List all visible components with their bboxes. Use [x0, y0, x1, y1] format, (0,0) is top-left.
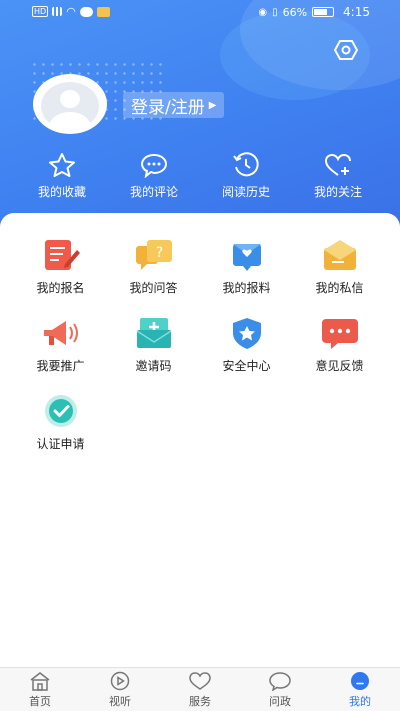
avatar[interactable] [33, 74, 107, 134]
clock-time: 4:15 [343, 5, 370, 19]
service-verification[interactable]: 认证申请 [14, 393, 107, 471]
tab-mine[interactable]: 我的 [320, 668, 400, 711]
mail-notification-icon [96, 6, 110, 17]
status-bar: HD ◠ ◉ ▯ 66% 4:15 [0, 0, 400, 24]
home-icon [30, 671, 50, 691]
login-register-label: 登录/注册 [131, 97, 205, 118]
comment-icon [140, 153, 168, 178]
tab-label: 服务 [189, 694, 211, 708]
feedback-icon [321, 319, 358, 349]
battery-icon [312, 7, 335, 17]
history-icon [233, 152, 259, 177]
play-icon [110, 671, 130, 690]
settings-icon [334, 40, 358, 60]
battery-percent: 66% [282, 5, 308, 19]
tab-inquiry[interactable]: 问政 [240, 668, 320, 711]
quick-link-comments[interactable]: 我的评论 [108, 152, 200, 202]
bottom-tab-bar: 首页 视听 服务 问政 我的 [0, 667, 400, 711]
quick-link-favorites[interactable]: 我的收藏 [16, 152, 108, 202]
service-invite-code[interactable]: 邀请码 [107, 315, 200, 393]
quick-link-label: 我的关注 [313, 185, 362, 199]
service-feedback[interactable]: 意见反馈 [293, 315, 386, 393]
service-label: 我的问答 [129, 281, 178, 295]
qa-icon: ? [135, 240, 172, 270]
location-icon: ◉ [258, 6, 268, 18]
service-label: 我的报名 [36, 281, 85, 295]
services-grid: 我的报名 ? 我的问答 我的报料 我的私信 我要推广 邀请码 安全中心 意见反馈… [14, 237, 386, 471]
wifi-icon: ◠ [66, 5, 76, 18]
service-label: 认证申请 [36, 437, 85, 451]
settings-button[interactable] [333, 37, 359, 63]
megaphone-icon [43, 321, 78, 345]
hd-label: HD [32, 6, 49, 17]
services-panel: 我的报名 ? 我的问答 我的报料 我的私信 我要推广 邀请码 安全中心 意见反馈… [0, 213, 400, 667]
service-label: 我要推广 [36, 359, 85, 373]
signal-icon [52, 7, 63, 16]
tab-label: 我的 [349, 694, 371, 708]
shield-icon [232, 318, 261, 349]
service-private-message[interactable]: 我的私信 [293, 237, 386, 315]
quick-link-label: 我的收藏 [37, 185, 86, 199]
mail-icon [323, 240, 356, 270]
service-label: 邀请码 [135, 359, 172, 373]
service-signup[interactable]: 我的报名 [14, 237, 107, 315]
invite-icon [136, 318, 171, 348]
svg-text:?: ? [155, 245, 162, 261]
login-register-button[interactable]: 登录/注册 ▶ [123, 92, 225, 118]
service-promote[interactable]: 我要推广 [14, 315, 107, 393]
chat-icon [269, 671, 291, 691]
tab-label: 问政 [269, 694, 291, 708]
quick-links: 我的收藏 我的评论 阅读历史 我的关注 [0, 152, 400, 202]
verify-icon [44, 395, 77, 427]
caret-right-icon: ▶ [208, 99, 217, 111]
tab-services[interactable]: 服务 [160, 668, 240, 711]
signup-icon [44, 240, 80, 270]
service-label: 我的报料 [222, 281, 271, 295]
message-notification-icon [79, 6, 93, 17]
tab-label: 视听 [109, 694, 131, 708]
avatar-head [60, 90, 80, 108]
service-qa[interactable]: ? 我的问答 [107, 237, 200, 315]
quick-link-following[interactable]: 我的关注 [292, 152, 384, 202]
vibrate-icon: ▯ [272, 6, 278, 18]
profile-header: HD ◠ ◉ ▯ 66% 4:15 登录/注册 ▶ 我的收藏 我的评论 阅读历史… [0, 0, 400, 240]
report-icon [232, 244, 261, 271]
avatar-body [49, 112, 91, 130]
tab-label: 首页 [29, 694, 51, 708]
quick-link-history[interactable]: 阅读历史 [200, 152, 292, 202]
star-icon [49, 153, 75, 177]
heart-plus-icon [324, 153, 351, 176]
service-label: 安全中心 [222, 359, 271, 373]
service-label: 意见反馈 [315, 359, 364, 373]
service-label: 我的私信 [315, 281, 364, 295]
quick-link-label: 我的评论 [129, 185, 178, 199]
tab-video[interactable]: 视听 [80, 668, 160, 711]
profile-icon [351, 671, 369, 690]
service-security-center[interactable]: 安全中心 [200, 315, 293, 393]
heart-icon [189, 671, 211, 690]
tab-home[interactable]: 首页 [0, 668, 80, 711]
service-report[interactable]: 我的报料 [200, 237, 293, 315]
quick-link-label: 阅读历史 [221, 185, 270, 199]
